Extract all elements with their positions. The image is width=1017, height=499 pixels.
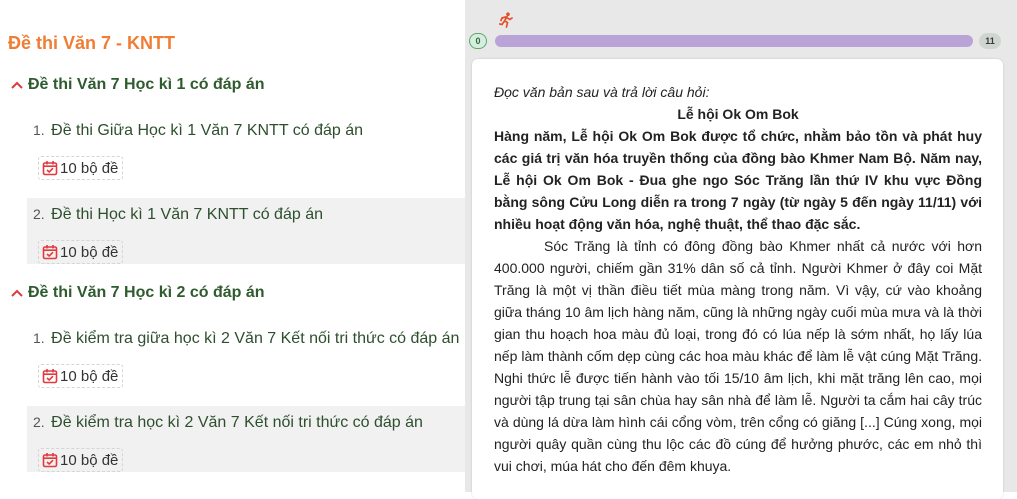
item-number: 1. <box>33 122 45 138</box>
item-title: Đề kiểm tra học kì 2 Văn 7 Kết nối tri t… <box>51 414 423 431</box>
section-header-hk1[interactable]: Đề thi Văn 7 Học kì 1 có đáp án <box>10 76 265 94</box>
badge-label: 10 bộ đề <box>60 243 119 261</box>
item-link[interactable]: 2. Đề thi Học kì 1 Văn 7 KNTT có đáp án <box>33 206 323 224</box>
reading-panel: 0 11 Đọc văn bản sau và trả lời câu hỏi:… <box>465 0 1017 499</box>
passage-body: Sóc Trăng là tỉnh có đông đồng bào Khmer… <box>494 238 982 474</box>
list-item[interactable]: 1. Đề thi Giữa Học kì 1 Văn 7 KNTT có đá… <box>27 114 465 180</box>
set-count-badge: 10 bộ đề <box>38 448 124 472</box>
running-person-icon <box>499 12 513 28</box>
calendar-check-icon <box>42 453 58 468</box>
progress-track <box>495 35 973 47</box>
badge-label: 10 bộ đề <box>60 367 119 385</box>
page-title: Đề thi Văn 7 - KNTT <box>8 33 176 53</box>
item-number: 2. <box>33 414 45 430</box>
item-link[interactable]: 1. Đề kiểm tra giữa học kì 2 Văn 7 Kết n… <box>33 330 459 348</box>
set-count-badge: 10 bộ đề <box>38 240 124 264</box>
item-title: Đề kiểm tra giữa học kì 2 Văn 7 Kết nối … <box>51 330 460 347</box>
section-label: Đề thi Văn 7 Học kì 2 có đáp án <box>28 284 265 301</box>
chevron-up-icon <box>11 81 23 89</box>
calendar-check-icon <box>42 161 58 176</box>
reading-passage: Đọc văn bản sau và trả lời câu hỏi: Lễ h… <box>494 81 982 477</box>
calendar-check-icon <box>42 245 58 260</box>
list-item[interactable]: 2. Đề kiểm tra học kì 2 Văn 7 Kết nối tr… <box>27 406 465 472</box>
list-item[interactable]: 2. Đề thi Học kì 1 Văn 7 KNTT có đáp án … <box>27 198 465 264</box>
item-number: 2. <box>33 206 45 222</box>
calendar-check-icon <box>42 369 58 384</box>
set-count-badge: 10 bộ đề <box>38 156 124 180</box>
list-item[interactable]: 1. Đề kiểm tra giữa học kì 2 Văn 7 Kết n… <box>27 322 465 388</box>
badge-label: 10 bộ đề <box>60 451 119 469</box>
progress-current-badge: 0 <box>469 33 487 49</box>
badge-label: 10 bộ đề <box>60 159 119 177</box>
passage-instruction: Đọc văn bản sau và trả lời câu hỏi: <box>494 84 710 100</box>
item-title: Đề thi Giữa Học kì 1 Văn 7 KNTT có đáp á… <box>51 122 364 139</box>
set-count-badge: 10 bộ đề <box>38 364 124 388</box>
item-link[interactable]: 2. Đề kiểm tra học kì 2 Văn 7 Kết nối tr… <box>33 414 423 432</box>
item-link[interactable]: 1. Đề thi Giữa Học kì 1 Văn 7 KNTT có đá… <box>33 122 363 140</box>
item-title: Đề thi Học kì 1 Văn 7 KNTT có đáp án <box>51 206 323 223</box>
item-number: 1. <box>33 330 45 346</box>
progress-total-badge: 11 <box>979 33 1001 49</box>
chevron-up-icon <box>11 289 23 297</box>
section-label: Đề thi Văn 7 Học kì 1 có đáp án <box>28 76 265 93</box>
section-header-hk2[interactable]: Đề thi Văn 7 Học kì 2 có đáp án <box>10 284 265 302</box>
passage-title: Lễ hội Ok Om Bok <box>677 106 799 122</box>
passage-lead: Hàng năm, Lễ hội Ok Om Bok được tổ chức,… <box>494 128 982 232</box>
exam-list-panel: Đề thi Văn 7 - KNTT Đề thi Văn 7 Học kì … <box>0 0 465 492</box>
passage-card: Đọc văn bản sau và trả lời câu hỏi: Lễ h… <box>472 59 1003 499</box>
